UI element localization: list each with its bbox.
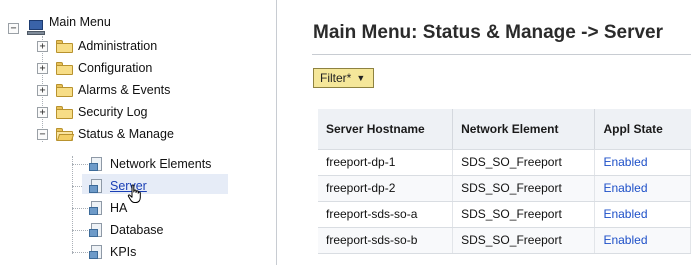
tree-guide-line [72, 156, 73, 254]
cell-server-hostname: freeport-sds-so-a [318, 201, 454, 228]
tree-item-label: Security Log [78, 105, 148, 119]
tree-item-alarms-events[interactable]: + Alarms & Events [37, 80, 170, 100]
table-row[interactable]: freeport-dp-2 SDS_SO_Freeport Enabled [318, 175, 691, 202]
title-divider [312, 54, 691, 55]
collapse-toggle[interactable]: − [8, 22, 19, 34]
tree-item-security-log[interactable]: + Security Log [37, 102, 147, 122]
cell-network-element: SDS_SO_Freeport [452, 175, 596, 202]
cell-network-element: SDS_SO_Freeport [452, 201, 596, 228]
page-icon [89, 200, 104, 216]
tree-item-network-elements[interactable]: Network Elements [89, 154, 211, 174]
page-icon [89, 222, 104, 238]
tree-guide-line [72, 252, 88, 253]
tree-root-label: Main Menu [49, 15, 111, 29]
tree-item-label: Administration [78, 39, 158, 53]
tree-item-label: Network Elements [110, 157, 212, 171]
expand-toggle[interactable]: + [37, 106, 48, 118]
table-row[interactable]: freeport-dp-1 SDS_SO_Freeport Enabled [318, 149, 691, 176]
cell-network-element: SDS_SO_Freeport [452, 149, 596, 176]
folder-icon [56, 105, 73, 119]
cell-appl-state: Enabled [594, 201, 691, 228]
tree-item-status-manage[interactable]: − Status & Manage [37, 124, 174, 144]
tree-guide-line [72, 208, 88, 209]
table-row[interactable]: freeport-sds-so-b SDS_SO_Freeport Enable… [318, 227, 691, 254]
tree-item-label: KPIs [110, 245, 137, 259]
tree-item-label: Status & Manage [78, 127, 174, 141]
tree-item-label: Alarms & Events [78, 83, 171, 97]
column-header-appl-state[interactable]: Appl State [594, 109, 691, 150]
navigation-tree: − Main Menu + Administration + Configura… [0, 0, 277, 265]
tree-item-database[interactable]: Database [89, 220, 164, 240]
table-row[interactable]: freeport-sds-so-a SDS_SO_Freeport Enable… [318, 201, 691, 228]
page-icon [89, 156, 104, 172]
cell-appl-state: Enabled [594, 227, 691, 254]
tree-item-configuration[interactable]: + Configuration [37, 58, 152, 78]
cell-appl-state: Enabled [594, 175, 691, 202]
tree-item-kpis[interactable]: KPIs [89, 242, 136, 262]
table-header-row: Server Hostname Network Element Appl Sta… [318, 109, 691, 150]
cell-network-element: SDS_SO_Freeport [452, 227, 596, 254]
main-menu-icon [27, 20, 45, 36]
page-icon [89, 178, 104, 194]
tree-item-label: Configuration [78, 61, 153, 75]
tree-root-main-menu[interactable]: − Main Menu [8, 15, 111, 38]
hand-cursor-icon [127, 184, 141, 203]
main-content: Main Menu: Status & Manage -> Server Fil… [278, 0, 691, 265]
caret-down-icon: ▼ [356, 73, 366, 83]
server-table: Server Hostname Network Element Appl Sta… [318, 109, 691, 254]
expand-toggle[interactable]: + [37, 40, 48, 52]
tree-item-label: Database [110, 223, 164, 237]
folder-icon [56, 61, 73, 75]
tree-item-administration[interactable]: + Administration [37, 36, 157, 56]
cell-appl-state: Enabled [594, 149, 691, 176]
cell-server-hostname: freeport-sds-so-b [318, 227, 454, 254]
expand-toggle[interactable]: + [37, 84, 48, 96]
cell-server-hostname: freeport-dp-2 [318, 175, 454, 202]
column-header-server-hostname[interactable]: Server Hostname [318, 109, 454, 150]
tree-item-label: HA [110, 201, 128, 215]
tree-guide-line [72, 164, 88, 165]
filter-label: Filter* [320, 71, 352, 85]
open-folder-icon [56, 127, 75, 141]
collapse-toggle[interactable]: − [37, 128, 48, 140]
tree-item-ha[interactable]: HA [89, 198, 127, 218]
column-header-network-element[interactable]: Network Element [452, 109, 596, 150]
folder-icon [56, 83, 73, 97]
filter-button[interactable]: Filter* ▼ [313, 68, 374, 88]
folder-icon [56, 39, 73, 53]
page-icon [89, 244, 104, 260]
cell-server-hostname: freeport-dp-1 [318, 149, 454, 176]
tree-guide-line [72, 230, 88, 231]
expand-toggle[interactable]: + [37, 62, 48, 74]
page-title: Main Menu: Status & Manage -> Server [313, 22, 663, 43]
